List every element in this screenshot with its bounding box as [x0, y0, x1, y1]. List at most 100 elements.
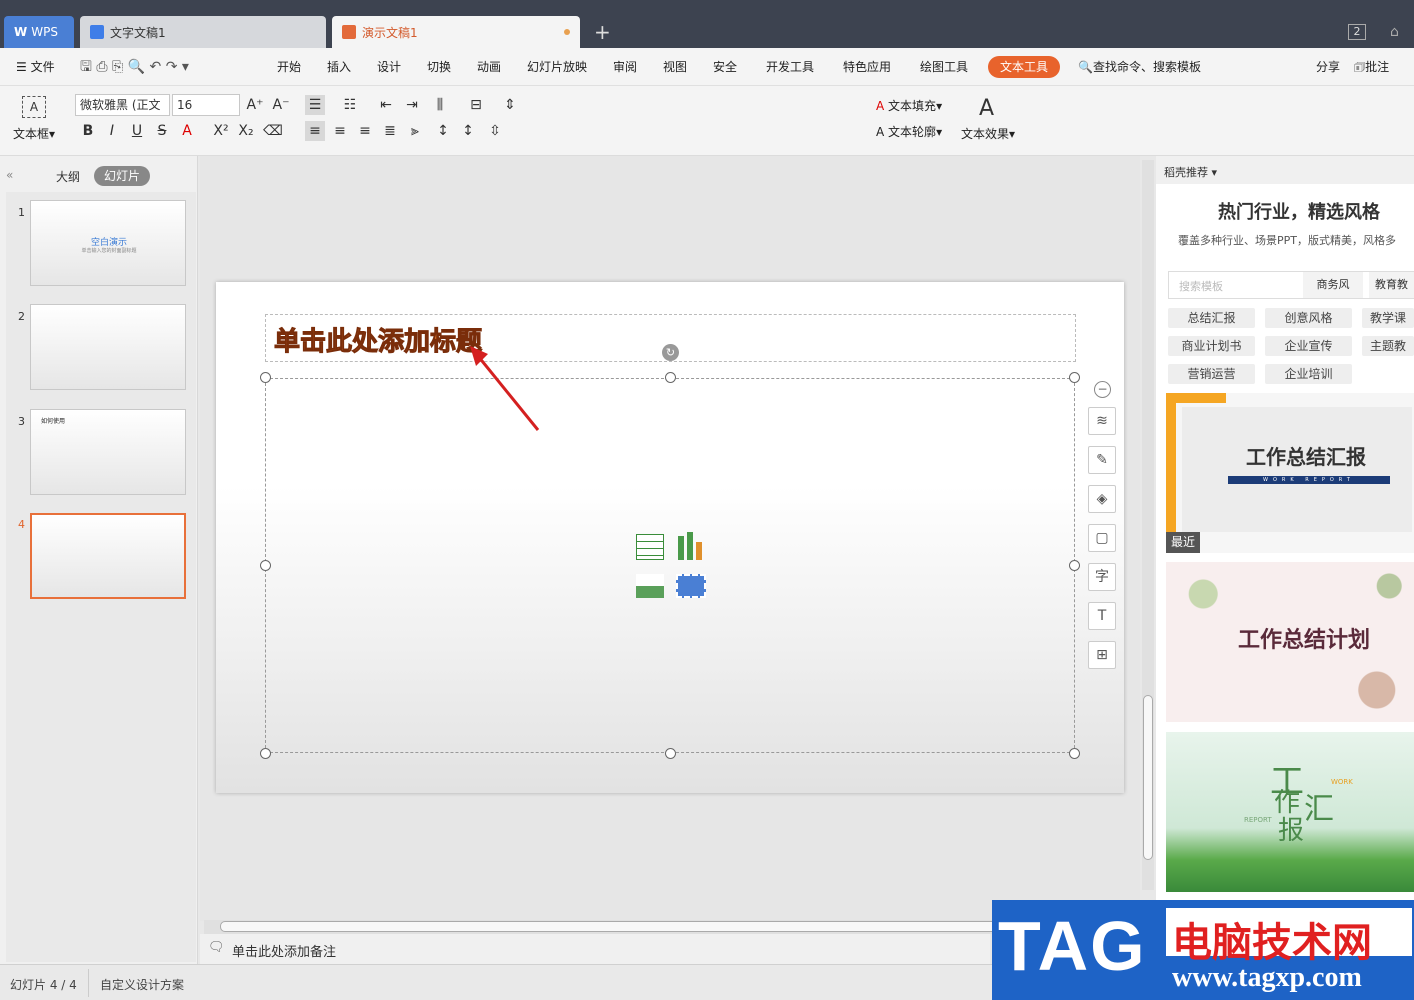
insert-table-icon[interactable] — [636, 534, 664, 560]
tab-slides[interactable]: 幻灯片 — [94, 166, 150, 186]
line-spacing-icon[interactable]: ⇕ — [500, 95, 520, 115]
notes-placeholder[interactable]: 单击此处添加备注 — [232, 941, 336, 960]
justify-icon[interactable]: ≣ — [380, 121, 400, 141]
slide-thumbnail-4[interactable] — [30, 513, 186, 599]
slide[interactable]: 单击此处添加标题 ↻ — [216, 282, 1124, 793]
superscript-icon[interactable]: X² — [211, 121, 231, 141]
slide-thumbnail-3[interactable]: 如何使用 — [30, 409, 186, 495]
align-left-icon[interactable]: ≡ — [305, 121, 325, 141]
resize-handle[interactable] — [665, 748, 676, 759]
menu-security[interactable]: 安全 — [713, 48, 737, 86]
menu-drawing-tools[interactable]: 绘图工具 — [920, 48, 968, 86]
underline-icon[interactable]: U — [127, 121, 147, 141]
template-card-green[interactable]: 工 作 汇 报 WORK REPORT — [1166, 732, 1414, 892]
menu-features[interactable]: 特色应用 — [843, 48, 891, 86]
slide-thumbnail-1[interactable]: 空白演示 单击输入您的封面副标题 — [30, 200, 186, 286]
bold-icon[interactable]: B — [78, 121, 98, 141]
paragraph-spacing-2-icon[interactable]: ↕ — [458, 121, 478, 141]
menu-view[interactable]: 视图 — [663, 48, 687, 86]
align-center-icon[interactable]: ≡ — [330, 121, 350, 141]
tab-document[interactable]: 文字文稿1 — [80, 16, 326, 48]
menu-design[interactable]: 设计 — [377, 48, 401, 86]
template-search-input[interactable]: 搜索模板 — [1179, 278, 1223, 294]
decrease-indent-icon[interactable]: ⇤ — [376, 95, 396, 115]
text-convert-icon[interactable]: T — [1088, 602, 1116, 630]
text-outline-button[interactable]: A 文本轮廓▾ — [876, 123, 942, 140]
share-button[interactable]: 分享 — [1316, 48, 1340, 86]
file-menu[interactable]: ☰ 文件 — [16, 48, 55, 86]
tab-wps[interactable]: W WPS — [4, 16, 74, 48]
template-search-box[interactable]: 搜索模板 商务风 教育教 — [1168, 271, 1414, 299]
italic-icon[interactable]: I — [102, 121, 122, 141]
menu-developer[interactable]: 开发工具 — [766, 48, 814, 86]
collapse-tools-icon[interactable]: − — [1094, 381, 1111, 398]
chip-theme[interactable]: 主题教 — [1362, 336, 1414, 356]
align-text-icon[interactable]: ⊟ — [466, 95, 486, 115]
tab-presentation[interactable]: 演示文稿1 — [332, 16, 580, 48]
brush-icon[interactable]: ✎ — [1088, 446, 1116, 474]
h-scrollbar-thumb[interactable] — [220, 921, 1010, 932]
textbox-button[interactable]: 文本框▾ — [13, 125, 55, 142]
design-scheme[interactable]: 自定义设计方案 — [100, 976, 184, 993]
menu-insert[interactable]: 插入 — [327, 48, 351, 86]
font-size-select[interactable]: 16 — [172, 94, 240, 116]
chip-marketing[interactable]: 营销运营 — [1168, 364, 1255, 384]
chip-summary[interactable]: 总结汇报 — [1168, 308, 1255, 328]
slide-title[interactable]: 单击此处添加标题 — [273, 321, 482, 358]
command-search[interactable]: 🔍查找命令、搜索模板 — [1078, 48, 1201, 86]
resize-handle[interactable] — [1069, 748, 1080, 759]
skin-icon[interactable]: ⌂ — [1390, 24, 1399, 40]
chip-teaching[interactable]: 教学课 — [1362, 308, 1414, 328]
recommend-dropdown[interactable]: 稻壳推荐 ▾ — [1164, 164, 1217, 180]
menu-transition[interactable]: 切换 — [427, 48, 451, 86]
slide-thumbnail-2[interactable] — [30, 304, 186, 390]
menu-slideshow[interactable]: 幻灯片放映 — [527, 48, 587, 86]
resize-handle[interactable] — [260, 748, 271, 759]
font-family-select[interactable]: 微软雅黑 (正文 — [75, 94, 170, 116]
resize-handle[interactable] — [1069, 560, 1080, 571]
tag-education[interactable]: 教育教 — [1369, 272, 1414, 298]
strikethrough-icon[interactable]: S — [152, 121, 172, 141]
column-spacing-icon[interactable]: ⇳ — [485, 121, 505, 141]
increase-font-icon[interactable]: A⁺ — [245, 95, 265, 115]
subscript-icon[interactable]: X₂ — [236, 121, 256, 141]
chip-training[interactable]: 企业培训 — [1265, 364, 1352, 384]
decrease-font-icon[interactable]: A⁻ — [271, 95, 291, 115]
align-right-icon[interactable]: ≡ — [355, 121, 375, 141]
tab-outline[interactable]: 大纲 — [56, 168, 80, 185]
resize-handle[interactable] — [260, 372, 271, 383]
more-tools-icon[interactable]: ⊞ — [1088, 641, 1116, 669]
clear-format-icon[interactable]: ⌫ — [263, 121, 283, 141]
window-count-badge[interactable]: 2 — [1348, 24, 1366, 40]
resize-handle[interactable] — [260, 560, 271, 571]
paragraph-spacing-icon[interactable]: ↕ — [433, 121, 453, 141]
scrollbar-thumb[interactable] — [1143, 695, 1153, 860]
textbox-icon[interactable]: A — [22, 96, 46, 118]
menu-animation[interactable]: 动画 — [477, 48, 501, 86]
chip-promotion[interactable]: 企业宣传 — [1265, 336, 1352, 356]
distribute-icon[interactable]: ⫸ — [405, 121, 425, 141]
new-tab-button[interactable]: + — [594, 20, 611, 44]
rotate-handle-icon[interactable]: ↻ — [662, 344, 679, 361]
tag-business[interactable]: 商务风 — [1303, 272, 1363, 298]
horizontal-scrollbar[interactable] — [204, 920, 1010, 934]
menu-text-tools[interactable]: 文本工具 — [988, 56, 1061, 78]
fill-icon[interactable]: ◈ — [1088, 485, 1116, 513]
insert-video-icon[interactable] — [676, 574, 706, 598]
menu-start[interactable]: 开始 — [277, 48, 301, 86]
layers-icon[interactable]: ≋ — [1088, 407, 1116, 435]
text-settings-icon[interactable]: 字 — [1088, 563, 1116, 591]
content-placeholder[interactable] — [265, 378, 1075, 753]
vertical-scrollbar[interactable] — [1142, 160, 1154, 890]
collapse-panel-icon[interactable]: « — [6, 168, 13, 182]
text-effect-button[interactable]: 文本效果▾ — [961, 125, 1015, 142]
template-card-work-report[interactable]: 工作总结汇报 WORK REPORT 最近 — [1166, 393, 1414, 553]
text-fill-button[interactable]: A 文本填充▾ — [876, 97, 942, 114]
text-direction-icon[interactable]: ⫼ — [430, 95, 450, 115]
notes-bar[interactable]: 🗨 单击此处添加备注 — [200, 934, 990, 964]
numbered-list-icon[interactable]: ☷ — [340, 95, 360, 115]
frame-icon[interactable]: ▢ — [1088, 524, 1116, 552]
menu-review[interactable]: 审阅 — [613, 48, 637, 86]
insert-chart-icon[interactable] — [678, 532, 708, 560]
chip-creative[interactable]: 创意风格 — [1265, 308, 1352, 328]
